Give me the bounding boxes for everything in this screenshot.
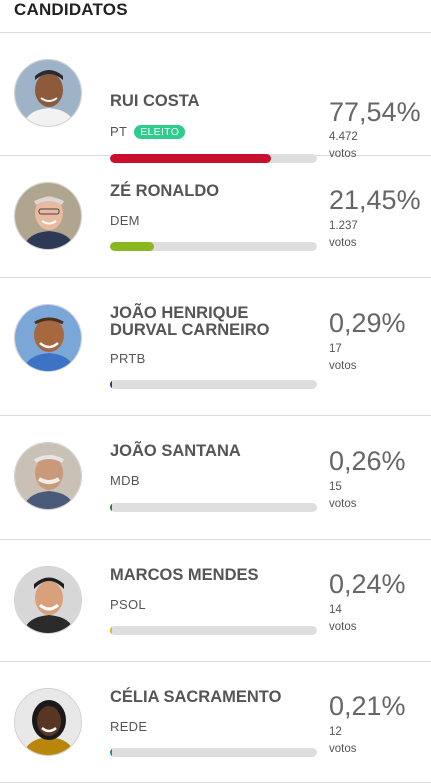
candidate-avatar-icon <box>14 182 82 250</box>
candidate-name: CÉLIA SACRAMENTO <box>110 688 282 706</box>
vote-percentage: 0,26% <box>329 446 406 476</box>
candidate-name: RUI COSTA <box>110 92 200 110</box>
section-title: CANDIDATOS <box>14 0 128 19</box>
candidate-avatar-icon <box>14 304 82 372</box>
candidate-row[interactable]: ZÉ RONALDO DEM 21,45% 1.237 votos <box>0 156 431 278</box>
vote-share-bar <box>110 503 317 512</box>
party-label: DEM <box>110 213 140 228</box>
candidate-name: JOÃO HENRIQUE DURVAL CARNEIRO <box>110 304 270 339</box>
party-label: PT <box>110 124 128 139</box>
party-line: DEM <box>110 213 140 228</box>
candidate-avatar-icon <box>14 442 82 510</box>
votes-label: votos <box>329 743 357 755</box>
votes-label: votos <box>329 498 357 510</box>
vote-percentage: 0,29% <box>329 308 406 338</box>
candidate-avatar-icon <box>14 688 82 756</box>
vote-share-bar-fill <box>110 503 112 512</box>
candidate-row[interactable]: CÉLIA SACRAMENTO REDE 0,21% 12 votos <box>0 662 431 783</box>
party-label: PSOL <box>110 597 146 612</box>
candidate-row[interactable]: MARCOS MENDES PSOL 0,24% 14 votos <box>0 540 431 662</box>
candidate-row[interactable]: JOÃO SANTANA MDB 0,26% 15 votos <box>0 416 431 540</box>
candidate-avatar-icon <box>14 59 82 127</box>
vote-percentage: 0,21% <box>329 691 406 721</box>
vote-count: 1.237 <box>329 220 358 232</box>
votes-label: votos <box>329 237 357 249</box>
vote-percentage: 0,24% <box>329 569 406 599</box>
party-label: REDE <box>110 719 148 734</box>
elected-badge: ELEITO <box>134 124 186 139</box>
vote-share-bar-fill <box>110 748 112 757</box>
candidate-row[interactable]: JOÃO HENRIQUE DURVAL CARNEIRO PRTB 0,29%… <box>0 278 431 416</box>
vote-count: 17 <box>329 343 342 355</box>
party-line: REDE <box>110 719 147 734</box>
candidate-name: ZÉ RONALDO <box>110 182 220 200</box>
votes-label: votos <box>329 360 357 372</box>
vote-share-bar <box>110 626 317 635</box>
vote-share-bar-fill <box>110 242 155 251</box>
candidate-name: JOÃO SANTANA <box>110 442 241 460</box>
candidate-avatar-icon <box>14 566 82 634</box>
vote-share-bar-fill <box>110 380 112 389</box>
vote-share-bar <box>110 380 317 389</box>
vote-share-bar-fill <box>110 626 112 635</box>
party-line: MDB <box>110 473 140 488</box>
vote-share-bar <box>110 748 317 757</box>
party-label: MDB <box>110 473 140 488</box>
candidate-name: MARCOS MENDES <box>110 566 259 584</box>
vote-count: 14 <box>329 604 342 616</box>
party-line: PRTB <box>110 351 146 366</box>
vote-percentage: 21,45% <box>329 185 421 215</box>
party-label: PRTB <box>110 351 146 366</box>
vote-count: 12 <box>329 726 342 738</box>
candidate-row[interactable]: RUI COSTA PT ELEITO 77,54% 4.472 votos <box>0 33 431 163</box>
vote-count: 4.472 <box>329 131 358 143</box>
vote-share-bar <box>110 242 317 251</box>
candidates-header: CANDIDATOS <box>0 0 431 33</box>
vote-count: 15 <box>329 481 342 493</box>
votes-label: votos <box>329 621 357 633</box>
party-line: PSOL <box>110 597 146 612</box>
vote-percentage: 77,54% <box>329 97 421 127</box>
party-line: PT ELEITO <box>110 124 186 139</box>
